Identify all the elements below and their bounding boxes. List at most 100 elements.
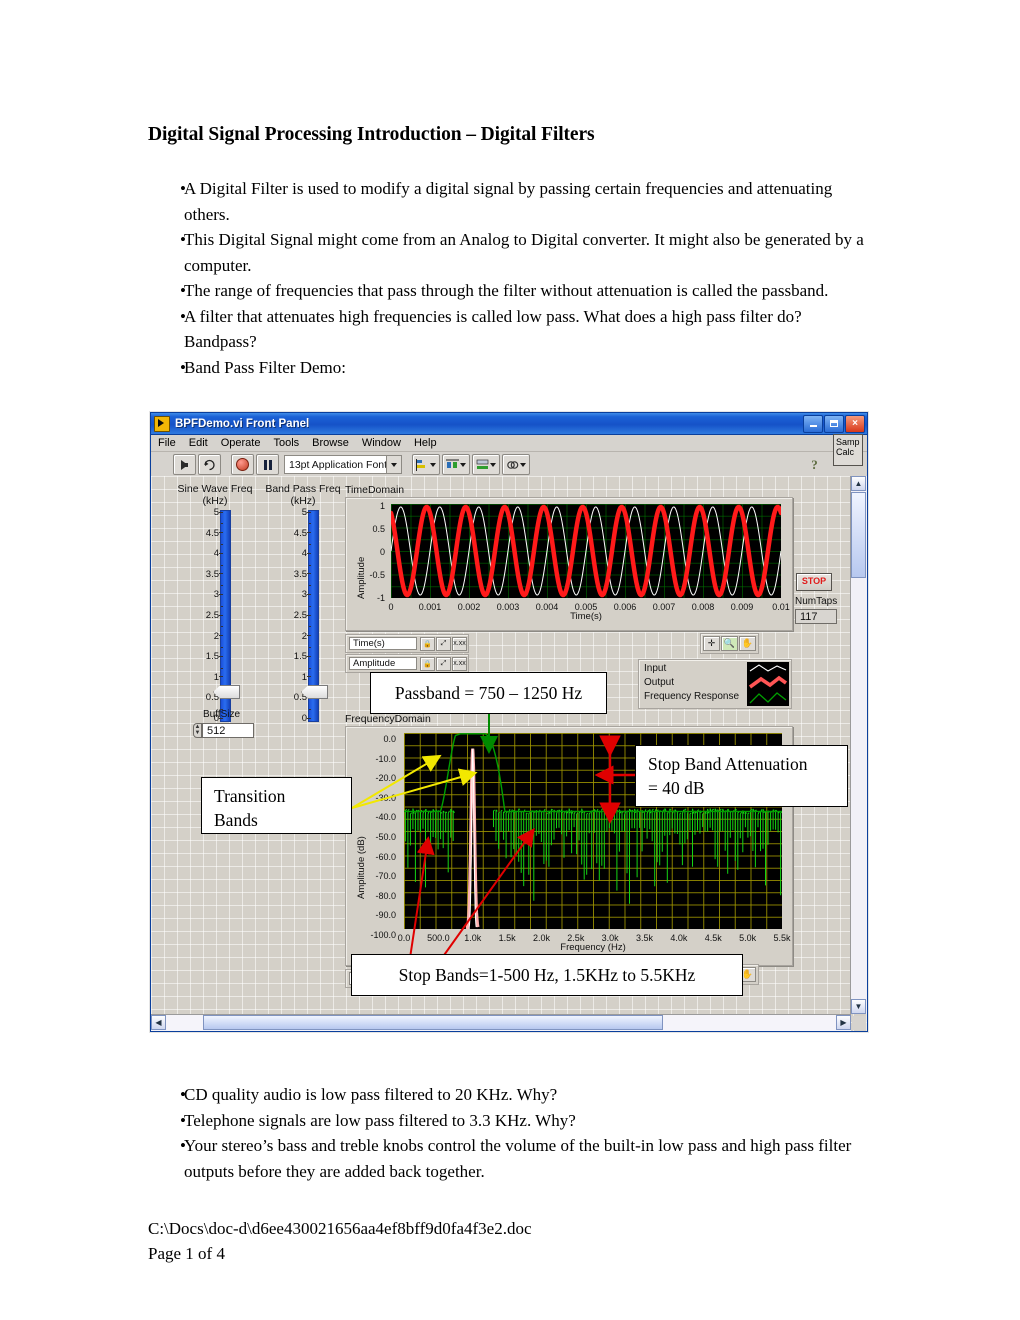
frequency-domain-legend-names: Input Output Frequency Response (639, 660, 747, 708)
sine-wave-freq-slider[interactable]: Sine Wave Freq (kHz) 5 4.5 4 3.5 3 2.5 2 1.5 1 0.… (178, 483, 258, 723)
ytick: 0 (379, 547, 385, 557)
ytick: -0.5 (369, 570, 385, 580)
menu-operate[interactable]: Operate (221, 437, 261, 449)
slider-tick-label: 0.5 (277, 693, 311, 703)
list-item-text: Telephone signals are low pass filtered … (184, 1110, 576, 1130)
menu-browse[interactable]: Browse (312, 437, 349, 449)
scale-autoscale-icon[interactable]: ⤢ (436, 636, 452, 651)
slider-tick-label: 1 (189, 673, 223, 682)
slider-minor-tick (221, 585, 223, 587)
band-pass-freq-slider[interactable]: Band Pass Freq (kHz) 5 4.5 4 3.5 3 2.5 2 1.5 1 0.… (265, 483, 346, 723)
callout-stopband-attenuation-line2: = 40 dB (648, 778, 705, 798)
time-domain-graph[interactable]: Amplitude 1 0.5 0 -0.5 -1 0 0.001 0.002 0.0… (345, 497, 793, 631)
slider-tick-label: 5 (277, 508, 311, 517)
frequency-domain-yticks: 0.0 -10.0 -20.0 -30.0 -40.0 -50.0 -60.0 -70.0 -8… (360, 733, 400, 940)
numtaps-value[interactable]: 117 (795, 609, 837, 624)
buffsize-input[interactable]: 512 (202, 723, 254, 738)
font-selector[interactable]: 13pt Application Font (284, 455, 402, 474)
slider-tick-mark (307, 552, 311, 554)
horizontal-scroll-thumb[interactable] (203, 1015, 663, 1030)
frequency-domain-legend[interactable]: Input Output Frequency Response (638, 659, 792, 709)
bullet-marker: • (180, 357, 186, 377)
close-button[interactable]: × (845, 414, 865, 433)
slider-tick-label: 3 (277, 590, 311, 600)
slider-tick-label: 1.5 (277, 652, 311, 661)
frequency-domain-legend-swatches (747, 662, 789, 706)
abort-button[interactable] (231, 454, 254, 475)
zoom-tool-icon[interactable]: 🔍 (721, 636, 738, 651)
menu-file[interactable]: File (158, 437, 176, 449)
chevron-down-icon[interactable] (386, 456, 401, 473)
slider-tick-label: 5 (189, 508, 223, 517)
time-domain-graph-palette[interactable]: ✛ 🔍 ✋ (700, 633, 759, 654)
slider-tick-label: 4 (189, 549, 223, 558)
slider-tick-mark (219, 573, 223, 575)
bandpass-slider-body[interactable]: 5 4.5 4 3.5 3 2.5 2 1.5 1 0.5 0 (277, 508, 331, 723)
slider-tick-mark (219, 532, 223, 534)
time-domain-plot-area[interactable] (391, 504, 781, 598)
scroll-up-arrow[interactable]: ▲ (851, 476, 866, 491)
slider-tick-label: 2.5 (189, 611, 223, 620)
resize-grip-icon[interactable] (852, 1016, 866, 1030)
align-objects-icon[interactable] (412, 454, 440, 475)
bullet-marker: • (180, 281, 186, 300)
sine-wave-freq-label-line2: (kHz) (202, 494, 228, 507)
time-scale-name[interactable]: Time(s) (349, 637, 418, 650)
pan-tool-icon[interactable]: ✋ (739, 636, 756, 651)
minimize-button[interactable] (803, 414, 823, 433)
scale-format-icon[interactable]: x.xx (452, 636, 468, 651)
time-domain-scale-legend-amplitude[interactable]: Amplitude 🔒 ⤢ x.xx (345, 654, 469, 673)
scroll-left-arrow[interactable]: ◀ (151, 1015, 166, 1030)
horizontal-scrollbar[interactable]: ◀ ▶ (151, 1014, 851, 1031)
run-button[interactable] (173, 454, 196, 475)
stop-button[interactable]: STOP (796, 573, 832, 591)
slider-tick-mark (219, 614, 223, 616)
slider-tick-mark (219, 593, 223, 595)
menu-window[interactable]: Window (362, 437, 401, 449)
bullet-marker: • (180, 306, 186, 326)
menu-help[interactable]: Help (414, 437, 437, 449)
distribute-objects-icon[interactable] (442, 454, 470, 475)
scale-lock-icon[interactable]: 🔒 (420, 636, 436, 651)
slider-minor-tick (221, 523, 223, 525)
slider-minor-tick (309, 585, 311, 587)
amplitude-scale-name[interactable]: Amplitude (349, 657, 418, 670)
bullet-list-top: • A Digital Filter is used to modify a d… (148, 176, 878, 380)
maximize-button[interactable] (824, 414, 844, 433)
slider-tick-label: 3.5 (277, 570, 311, 579)
scale-format-icon-2[interactable]: x.xx (452, 656, 468, 671)
scale-autoscale-icon-2[interactable]: ⤢ (436, 656, 452, 671)
reorder-objects-icon[interactable] (502, 454, 530, 475)
sine-slider-body[interactable]: 5 4.5 4 3.5 3 2.5 2 1.5 1 0.5 0 (189, 508, 243, 723)
time-domain-xlabel: Time(s) (570, 611, 602, 622)
slider-minor-tick (309, 564, 311, 566)
context-help-icon[interactable]: ? (806, 455, 823, 474)
menu-tools[interactable]: Tools (273, 437, 299, 449)
frequency-domain-xlabel: Frequency (Hz) (560, 942, 626, 953)
list-item: • CD quality audio is low pass filtered … (148, 1082, 878, 1108)
callout-transition-bands-line1: Transition (214, 786, 286, 806)
band-pass-freq-label-line1: Band Pass Freq (265, 483, 341, 495)
legend-entry-output: Output (644, 677, 675, 688)
scroll-right-arrow[interactable]: ▶ (836, 1015, 851, 1030)
time-domain-caption: TimeDomain (345, 484, 405, 496)
buffsize-stepper[interactable]: ▲ ▼ (193, 723, 202, 738)
scroll-down-arrow[interactable]: ▼ (851, 999, 866, 1014)
menu-edit[interactable]: Edit (189, 437, 208, 449)
pause-button[interactable] (256, 454, 279, 475)
run-continuously-icon[interactable] (198, 454, 221, 475)
callout-stop-bands: Stop Bands=1-500 Hz, 1.5KHz to 5.5KHz (351, 954, 743, 996)
time-domain-scale-legend[interactable]: Time(s) 🔒 ⤢ x.xx (345, 634, 469, 653)
vertical-scrollbar[interactable]: ▲ ▼ (850, 476, 867, 1014)
vertical-scroll-thumb[interactable] (851, 492, 866, 578)
menubar: File Edit Operate Tools Browse Window He… (151, 435, 867, 452)
samp-calc-button[interactable]: Samp Calc (833, 434, 863, 466)
scale-lock-icon-2[interactable]: 🔒 (420, 656, 436, 671)
slider-tick-label: 0.5 (189, 693, 223, 703)
slider-tick-label: 1 (277, 673, 311, 682)
legend-swatch-lines-freq (748, 664, 788, 704)
list-item-text: A filter that attenuates high frequencie… (184, 306, 802, 352)
resize-objects-icon[interactable] (472, 454, 500, 475)
cursor-tool-icon[interactable]: ✛ (703, 636, 720, 651)
ytick: -70.0 (375, 871, 396, 882)
